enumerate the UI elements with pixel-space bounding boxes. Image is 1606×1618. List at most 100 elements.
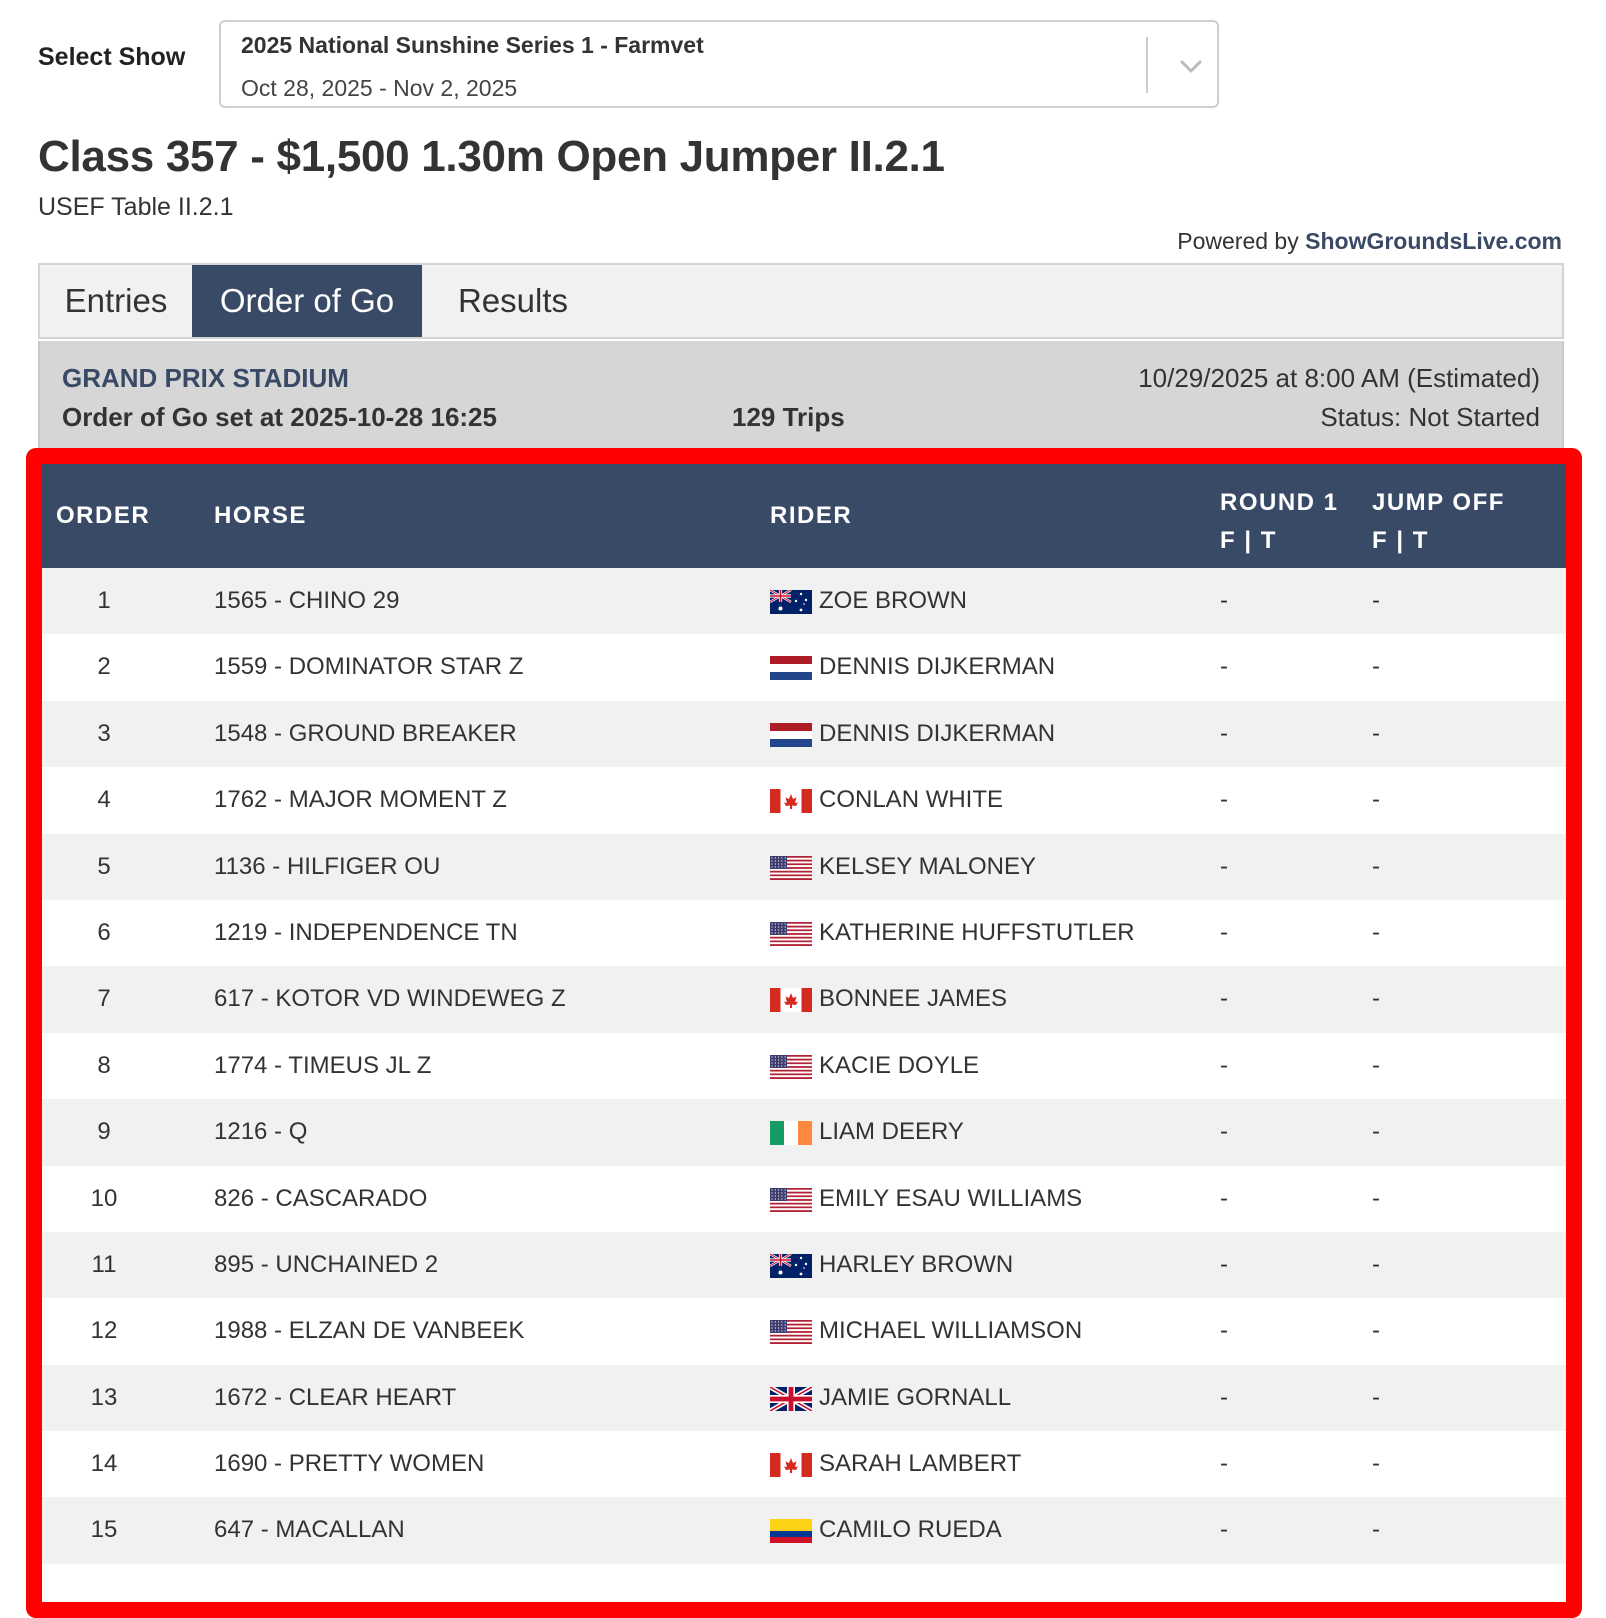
jump-off-result: - <box>1372 587 1380 614</box>
table-row[interactable]: 15 647 - MACALLAN CAMILO RUEDA - - <box>42 1497 1566 1564</box>
show-select-dropdown[interactable]: 2025 National Sunshine Series 1 - Farmve… <box>219 20 1219 108</box>
table-row[interactable]: 7 617 - KOTOR VD WINDEWEG Z BONNEE JAMES - - <box>42 966 1566 1033</box>
powered-by-prefix: Powered by <box>1177 228 1299 254</box>
horse-name[interactable]: 1762 - MAJOR MOMENT Z <box>214 767 507 833</box>
rider-name[interactable]: BONNEE JAMES <box>819 966 1007 1032</box>
country-flag-icon <box>770 921 812 946</box>
horse-name[interactable]: 1565 - CHINO 29 <box>214 568 399 634</box>
table-row[interactable]: 6 1219 - INDEPENDENCE TN KATHERINE HUFFSTU… <box>42 899 1566 967</box>
jump-off-result: - <box>1372 1317 1380 1345</box>
rider-name[interactable]: LIAM DEERY <box>819 1099 964 1165</box>
country-flag-icon <box>770 988 812 1013</box>
round-1-result: - <box>1220 1450 1228 1478</box>
country-flag-icon <box>770 722 812 747</box>
order-number: 13 <box>90 1383 118 1411</box>
order-number: 5 <box>97 852 111 880</box>
jump-off-result: - <box>1372 1450 1380 1478</box>
horse-name[interactable]: 1988 - ELZAN DE VANBEEK <box>214 1298 524 1364</box>
tab-order-of-go[interactable]: Order of Go <box>192 265 422 337</box>
table-row[interactable]: 3 1548 - GROUND BREAKER DENNIS DIJKERMAN - - <box>42 700 1566 768</box>
table-row[interactable]: 13 1672 - CLEAR HEART JAMIE GORNALL - - <box>42 1364 1566 1432</box>
order-number: 10 <box>90 1184 118 1212</box>
rider-name[interactable]: DENNIS DIJKERMAN <box>819 701 1055 767</box>
rider-name[interactable]: ZOE BROWN <box>819 568 967 634</box>
table-row[interactable]: 14 1690 - PRETTY WOMEN SARAH LAMBERT - - <box>42 1431 1566 1498</box>
country-flag-icon <box>770 1054 812 1079</box>
round-1-result: - <box>1220 1317 1228 1345</box>
table-row[interactable]: 8 1774 - TIMEUS JL Z KACIE DOYLE - - <box>42 1032 1566 1100</box>
horse-name[interactable]: 826 - CASCARADO <box>214 1166 427 1232</box>
horse-name[interactable]: 1672 - CLEAR HEART <box>214 1365 456 1431</box>
table-row[interactable]: 2 1559 - DOMINATOR STAR Z DENNIS DIJKERMAN… <box>42 634 1566 701</box>
rider-name[interactable]: DENNIS DIJKERMAN <box>819 634 1055 700</box>
table-body: 1 1565 - CHINO 29 ZOE BROWN - - 2 1559 - DOMIN… <box>42 568 1566 1564</box>
table-row[interactable]: 5 1136 - HILFIGER OU KELSEY MALONEY - - <box>42 833 1566 900</box>
jump-off-result: - <box>1372 985 1380 1013</box>
order-number: 6 <box>97 918 111 946</box>
rider-name[interactable]: SARAH LAMBERT <box>819 1431 1021 1497</box>
order-set-time: Order of Go set at 2025-10-28 16:25 <box>62 402 497 432</box>
header-round-1-title: ROUND 1 <box>1220 489 1339 516</box>
rider-name[interactable]: KELSEY MALONEY <box>819 834 1036 900</box>
rider-name[interactable]: MICHAEL WILLIAMSON <box>819 1298 1082 1364</box>
jump-off-result: - <box>1372 653 1380 681</box>
rider-name[interactable]: CAMILO RUEDA <box>819 1497 1002 1563</box>
select-show-label: Select Show <box>38 43 186 71</box>
header-order[interactable]: ORDER <box>56 502 150 530</box>
jump-off-result: - <box>1372 1051 1380 1079</box>
horse-name[interactable]: 1774 - TIMEUS JL Z <box>214 1033 431 1099</box>
round-1-result: - <box>1220 1118 1228 1146</box>
order-number: 8 <box>97 1051 111 1079</box>
rider-name[interactable]: EMILY ESAU WILLIAMS <box>819 1166 1082 1232</box>
order-number: 11 <box>91 1250 117 1278</box>
round-1-result: - <box>1220 719 1228 747</box>
jump-off-result: - <box>1372 918 1380 946</box>
horse-name[interactable]: 1548 - GROUND BREAKER <box>214 701 517 767</box>
country-flag-icon <box>770 789 812 814</box>
rider-name[interactable]: CONLAN WHITE <box>819 767 1003 833</box>
rider-name[interactable]: KACIE DOYLE <box>819 1033 979 1099</box>
round-1-result: - <box>1220 985 1228 1013</box>
horse-name[interactable]: 647 - MACALLAN <box>214 1497 405 1563</box>
horse-name[interactable]: 1136 - HILFIGER OU <box>214 834 440 900</box>
horse-name[interactable]: 1216 - Q <box>214 1099 307 1165</box>
horse-name[interactable]: 1690 - PRETTY WOMEN <box>214 1431 484 1497</box>
class-tabs: Entries Order of Go Results <box>38 263 1564 339</box>
order-number: 2 <box>97 653 111 681</box>
rider-name[interactable]: JAMIE GORNALL <box>819 1365 1011 1431</box>
country-flag-icon <box>770 1253 812 1278</box>
header-horse[interactable]: HORSE <box>214 502 307 530</box>
chevron-down-icon[interactable] <box>1166 38 1216 94</box>
horse-name[interactable]: 1559 - DOMINATOR STAR Z <box>214 634 523 700</box>
table-row[interactable]: 11 895 - UNCHAINED 2 HARLEY BROWN - - <box>42 1231 1566 1299</box>
round-1-result: - <box>1220 852 1228 880</box>
round-1-result: - <box>1220 1250 1228 1278</box>
round-1-result: - <box>1220 1516 1228 1544</box>
tab-entries[interactable]: Entries <box>40 265 192 337</box>
tab-results[interactable]: Results <box>422 265 604 337</box>
ring-name: GRAND PRIX STADIUM <box>62 363 349 393</box>
header-jump-off-title: JUMP OFF <box>1372 489 1505 516</box>
jump-off-result: - <box>1372 1516 1380 1544</box>
table-row[interactable]: 4 1762 - MAJOR MOMENT Z CONLAN WHITE - - <box>42 767 1566 834</box>
table-row[interactable]: 10 826 - CASCARADO EMILY ESAU WILLIAMS - - <box>42 1165 1566 1232</box>
rider-name[interactable]: KATHERINE HUFFSTUTLER <box>819 900 1135 966</box>
header-round-1-subtitle: F | T <box>1220 527 1277 554</box>
table-row[interactable]: 12 1988 - ELZAN DE VANBEEK MICHAEL WILLIAM… <box>42 1298 1566 1365</box>
table-row[interactable]: 9 1216 - Q LIAM DEERY - - <box>42 1099 1566 1166</box>
horse-name[interactable]: 617 - KOTOR VD WINDEWEG Z <box>214 966 566 1032</box>
header-jump-off-subtitle: F | T <box>1372 527 1429 554</box>
powered-by-brand-link[interactable]: ShowGroundsLive.com <box>1305 228 1562 254</box>
round-1-result: - <box>1220 587 1228 614</box>
horse-name[interactable]: 895 - UNCHAINED 2 <box>214 1232 438 1298</box>
round-1-result: - <box>1220 786 1228 814</box>
header-rider[interactable]: RIDER <box>770 502 852 530</box>
jump-off-result: - <box>1372 1184 1380 1212</box>
rider-name[interactable]: HARLEY BROWN <box>819 1232 1013 1298</box>
country-flag-icon <box>770 1121 812 1146</box>
horse-name[interactable]: 1219 - INDEPENDENCE TN <box>214 900 518 966</box>
table-row[interactable]: 1 1565 - CHINO 29 ZOE BROWN - - <box>42 568 1566 635</box>
selected-show-dates: Oct 28, 2025 - Nov 2, 2025 <box>241 75 518 101</box>
order-number: 3 <box>97 719 111 747</box>
round-1-result: - <box>1220 1051 1228 1079</box>
